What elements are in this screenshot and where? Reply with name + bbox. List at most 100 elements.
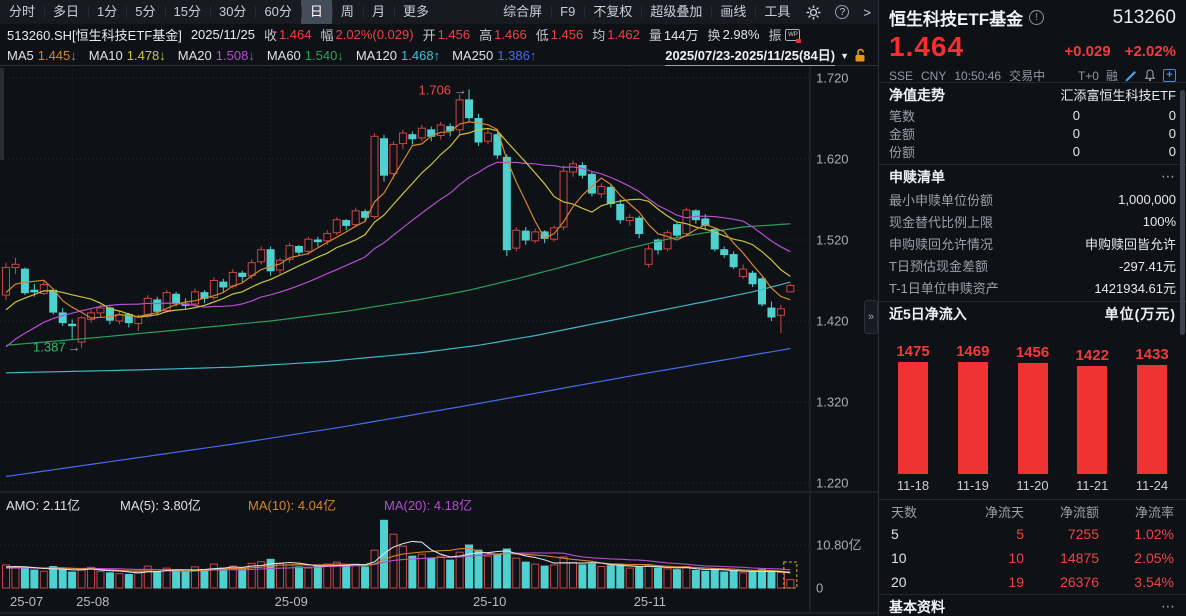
date-range-label: 2025/07/23-2025/11/25(84日) — [665, 45, 835, 66]
inflow-table-row: 2019263763.54% — [879, 570, 1186, 594]
tool-button-画线[interactable]: 画线 — [711, 0, 755, 24]
kline-chart[interactable]: 1.7201.6201.5201.4201.3201.22010.80亿0AMO… — [0, 66, 878, 616]
redeem-row: 现金替代比例上限100% — [879, 210, 1186, 232]
x-axis-label: 25-10 — [473, 594, 506, 609]
inflow-table-cell: 26376 — [1024, 574, 1099, 590]
symbol-label: 513260.SH[恒生科技ETF基金] — [7, 25, 182, 44]
period-tab-日[interactable]: 日 — [301, 0, 332, 24]
fund-code: 513260 — [1113, 7, 1176, 29]
trading-status: 交易中 — [1009, 67, 1045, 84]
high-annotation: 1.706 — [419, 82, 452, 97]
help-icon[interactable]: ? — [828, 5, 856, 19]
redeem-section: 申赎清单 ⋯ 最小申赎单位份额 1,000,000 现金替代比例上限100%申购赎回… — [879, 164, 1186, 298]
price-axis-label: 1.220 — [816, 476, 849, 491]
panel-header: 恒生科技ETF基金 ! 513260 1.464 +0.029 +2.02% S… — [879, 0, 1186, 82]
quote-field-value: 1.462 — [607, 27, 640, 42]
quote-field-value: 1.456 — [551, 27, 584, 42]
inflow-table-row: 5572551.02% — [879, 522, 1186, 546]
ma-value: 1.386↑ — [497, 48, 536, 63]
quote-field-value: 144万 — [664, 25, 699, 44]
redeem-row-label: 最小申赎单位份额 — [889, 190, 993, 209]
ma-legend-items: MA51.445↓MA101.478↓MA201.508↓MA601.540↓M… — [7, 48, 536, 63]
nav-row-label: 金额 — [889, 124, 915, 143]
period-tab-多日[interactable]: 多日 — [44, 0, 88, 24]
nav-row-label: 份额 — [889, 142, 915, 161]
panel-collapse-handle[interactable]: » — [864, 300, 878, 334]
ma-label: MA10 — [89, 48, 123, 63]
inflow-bar-date: 11-18 — [897, 478, 929, 495]
amo-legend-item: AMO: 2.11亿 — [6, 498, 80, 513]
nav-fund-link[interactable]: 汇添富恒生科技ETF — [1060, 85, 1176, 104]
period-tab-1分[interactable]: 1分 — [88, 0, 126, 24]
inflow-bar-value: 1469 — [956, 343, 989, 360]
amo-legend-item: MA(20): 4.18亿 — [384, 498, 472, 513]
nav-row: 份额00 — [879, 142, 1186, 160]
quote-date: 2025/11/25 — [191, 27, 255, 42]
inflow-table-header-cell: 天数 — [891, 502, 949, 521]
chart-area: 1.7201.6201.5201.4201.3201.22010.80亿0AMO… — [0, 66, 878, 616]
inflow-table-header-cell: 净流额 — [1024, 502, 1099, 521]
candles — [3, 89, 794, 347]
panel-scrollbar[interactable] — [1180, 90, 1185, 335]
quote-field-低: 低1.456 — [536, 25, 584, 44]
redeem-more-button[interactable]: ⋯ — [1161, 168, 1176, 185]
amo-legend-item: MA(10): 4.04亿 — [248, 498, 336, 513]
tool-button-F9[interactable]: F9 — [551, 0, 584, 24]
tool-button-超级叠加[interactable]: 超级叠加 — [641, 0, 711, 24]
ma-label: MA5 — [7, 48, 34, 63]
inflow-table-cell: 20 — [891, 574, 949, 590]
redeem-row: T-1日单位申赎资产1421934.61元 — [879, 276, 1186, 298]
quote-field-label: 高 — [479, 25, 492, 44]
ma-legend-MA250: MA2501.386↑ — [452, 48, 536, 63]
date-range-selector[interactable]: 2025/07/23-2025/11/25(84日) ▼ — [665, 45, 871, 66]
alert-bell-icon[interactable] — [1144, 69, 1156, 82]
redeem-section-title: 申赎清单 — [889, 167, 945, 187]
volume-axis-label: 10.80亿 — [816, 538, 862, 553]
period-tab-更多[interactable]: 更多 — [394, 0, 438, 24]
edit-pencil-icon[interactable] — [1125, 70, 1137, 82]
add-to-watchlist-icon[interactable]: + — [1163, 69, 1176, 82]
redeem-rows: 最小申赎单位份额 1,000,000 现金替代比例上限100%申购赎回允许情况申购赎… — [879, 188, 1186, 298]
redeem-row-label: T日预估现金差额 — [889, 256, 988, 275]
tool-button-综合屏[interactable]: 综合屏 — [494, 0, 551, 24]
settings-gear-icon[interactable] — [799, 5, 828, 20]
quote-field-value: 1.466 — [494, 27, 527, 42]
redeem-row: 申购赎回允许情况申购赎回皆允许 — [879, 232, 1186, 254]
tool-button-不复权[interactable]: 不复权 — [584, 0, 641, 24]
quote-field-量: 量144万 — [649, 25, 699, 44]
redeem-row-value: 1421934.61元 — [1094, 278, 1176, 297]
period-tab-5分[interactable]: 5分 — [126, 0, 164, 24]
ma-label: MA60 — [267, 48, 301, 63]
nav-row-value-1: 0 — [915, 144, 1084, 159]
quote-field-换: 换2.98% — [708, 25, 760, 44]
nav-row-value-2: 0 — [1084, 108, 1176, 123]
period-tab-60分[interactable]: 60分 — [255, 0, 300, 24]
toolbar-expand-chevron-icon[interactable]: > — [856, 5, 878, 20]
inflow-bar — [898, 362, 928, 474]
x-axis-label: 25-08 — [76, 594, 109, 609]
period-tab-周[interactable]: 周 — [332, 0, 363, 24]
price-axis-label: 1.520 — [816, 233, 849, 248]
volume-axis-label: 0 — [816, 581, 823, 596]
inflow-bar — [1077, 366, 1107, 474]
amo-legend-item: MA(5): 3.80亿 — [120, 498, 201, 513]
ma-value: 1.468↑ — [401, 48, 440, 63]
price-axis-label: 1.720 — [816, 71, 849, 86]
tool-button-工具[interactable]: 工具 — [755, 0, 799, 24]
inflow-table-cell: 5 — [891, 526, 949, 542]
period-tab-30分[interactable]: 30分 — [210, 0, 255, 24]
inflow-bar-chart: 147511-18146911-19145611-20142211-211433… — [879, 325, 1186, 495]
inflow-table-cell: 19 — [949, 574, 1024, 590]
redeem-row-value: 1,000,000 — [1118, 192, 1176, 207]
inflow-bar-value: 1422 — [1076, 347, 1109, 364]
unlock-icon[interactable] — [854, 48, 867, 63]
inflow-bar-column: 147511-18 — [889, 327, 937, 495]
period-tab-15分[interactable]: 15分 — [165, 0, 210, 24]
basic-info-more-button[interactable]: ⋯ — [1161, 598, 1176, 615]
period-tab-月[interactable]: 月 — [363, 0, 394, 24]
period-tab-分时[interactable]: 分时 — [0, 0, 44, 24]
inflow-bar-column: 146911-19 — [949, 327, 997, 495]
info-icon[interactable]: ! — [1029, 10, 1044, 25]
quote-panel: 恒生科技ETF基金 ! 513260 1.464 +0.029 +2.02% S… — [878, 0, 1186, 616]
inflow-unit-label: 单位(万元) — [1105, 304, 1176, 324]
